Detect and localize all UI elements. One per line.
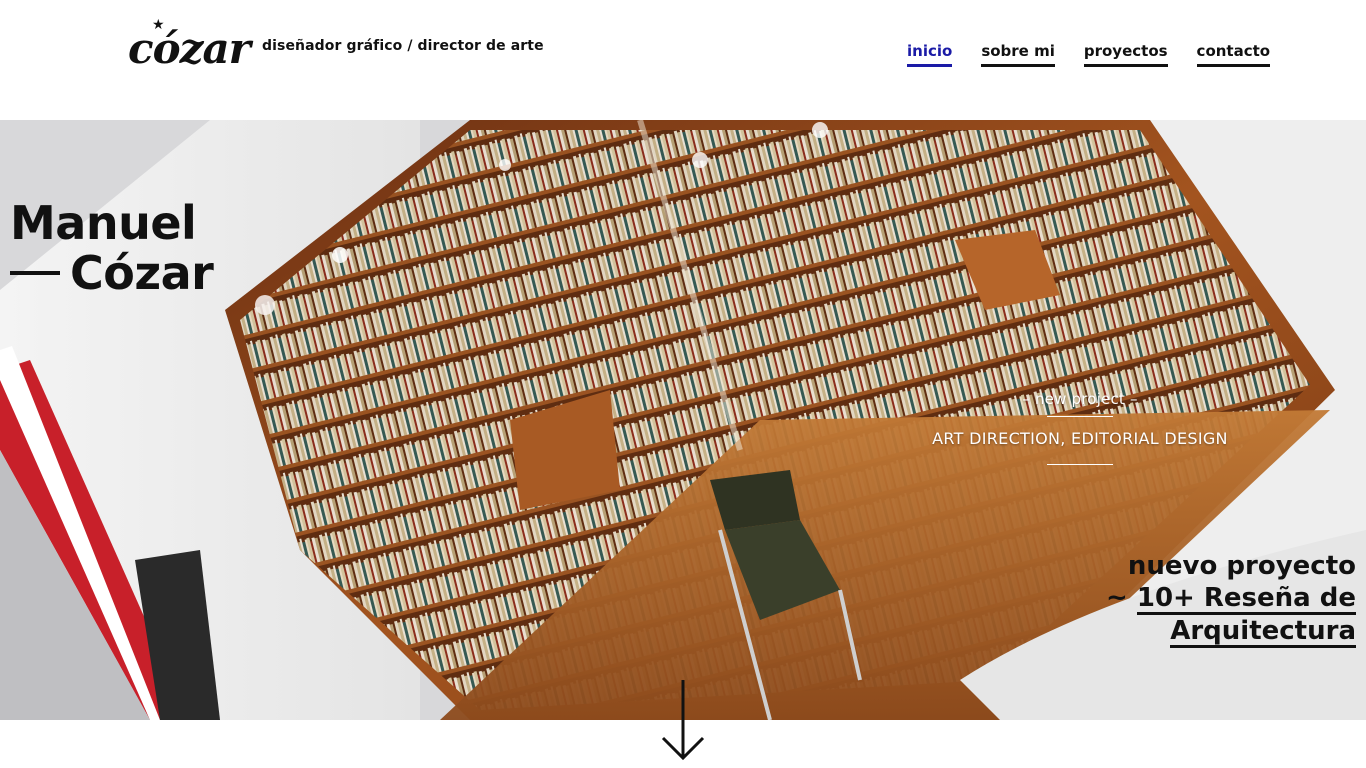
logo-wordmark: cózar — [128, 24, 251, 73]
nuevo-proyecto-link-line2[interactable]: Arquitectura — [1170, 617, 1356, 648]
nav-item-contacto[interactable]: contacto — [1196, 42, 1271, 67]
nav-item-inicio[interactable]: inicio — [907, 42, 953, 67]
featured-project[interactable]: – new project – ART DIRECTION, EDITORIAL… — [920, 390, 1240, 465]
hero-last-name: Cózar — [70, 246, 214, 300]
nav-item-proyectos[interactable]: proyectos — [1083, 42, 1168, 67]
hero-name: Manuel Cózar — [10, 196, 214, 300]
hero-section: Manuel Cózar – new project – ART DIRECTI… — [0, 120, 1366, 720]
featured-kicker: – new project – — [1022, 390, 1138, 408]
nuevo-proyecto-link-line1[interactable]: 10+ Reseña de — [1136, 584, 1356, 615]
featured-divider-bottom — [1047, 464, 1113, 465]
featured-title: ART DIRECTION, EDITORIAL DESIGN — [932, 429, 1228, 448]
site-logo[interactable]: ★ cózar — [128, 18, 251, 82]
arrow-down-icon[interactable] — [660, 680, 706, 762]
featured-divider-top — [1047, 416, 1113, 417]
site-tagline: diseñador gráfico / director de arte — [262, 38, 544, 54]
nuevo-proyecto-label: nuevo proyecto — [1127, 551, 1356, 581]
nav-item-sobre-mi[interactable]: sobre mi — [981, 42, 1055, 67]
hero-dash — [10, 270, 60, 275]
hero-first-name: Manuel — [10, 196, 197, 250]
main-nav: inicio sobre mi proyectos contacto — [907, 42, 1271, 67]
site-header: ★ cózar diseñador gráfico / director de … — [0, 0, 1366, 120]
nuevo-prefix: ~ — [1106, 583, 1137, 613]
nuevo-proyecto-block: nuevo proyecto ~ 10+ Reseña de Arquitect… — [1106, 550, 1356, 648]
